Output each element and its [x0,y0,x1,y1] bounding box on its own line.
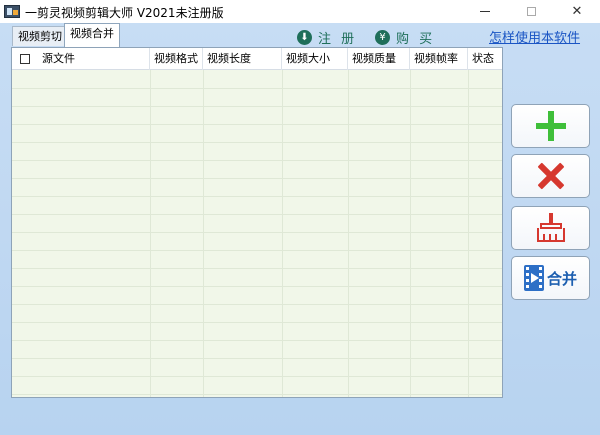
header-video-size[interactable]: 视频大小 [282,48,348,70]
grid-row-line [12,358,502,359]
film-icon [523,265,544,291]
grid-row-line [12,88,502,89]
grid-row-line [12,106,502,107]
minimize-button[interactable] [462,0,508,23]
tab-video-cut[interactable]: 视频剪切 [12,26,68,46]
tab-video-merge[interactable]: 视频合并 [64,23,120,47]
grid-column-line [282,70,283,397]
plus-icon [535,111,566,141]
grid-row-line [12,232,502,233]
delete-file-button[interactable] [511,154,590,198]
x-icon [537,162,565,190]
grid-row-line [12,304,502,305]
clear-list-button[interactable] [511,206,590,250]
buy-button[interactable]: ¥ 购 买 [375,27,435,47]
grid-row-line [12,178,502,179]
header-video-format[interactable]: 视频格式 [150,48,203,70]
grid-row-line [12,142,502,143]
grid-row-line [12,376,502,377]
grid-row-line [12,268,502,269]
grid-row-line [12,340,502,341]
grid-column-line [203,70,204,397]
file-list-table[interactable]: 源文件 视频格式 视频长度 视频大小 视频质量 视频帧率 状态 [11,47,503,398]
header-label: 源文件 [42,52,75,65]
grid-column-line [410,70,411,397]
grid-column-line [150,70,151,397]
grid-column-line [468,70,469,397]
grid-row-line [12,214,502,215]
close-button[interactable]: ✕ [554,0,600,23]
register-label: 注 册 [318,31,358,47]
maximize-icon [526,7,536,16]
header-status[interactable]: 状态 [468,48,502,70]
main-client-area: 视频剪切 视频合并 ⬇ 注 册 ¥ 购 买 怎样使用本软件 源文件 视频格式 视… [0,23,600,435]
header-video-framerate[interactable]: 视频帧率 [410,48,468,70]
header-video-length[interactable]: 视频长度 [203,48,282,70]
close-icon: ✕ [571,4,583,19]
title-bar: 一剪灵视频剪辑大师 V2021未注册版 ✕ [0,0,600,23]
grid-row-line [12,322,502,323]
merge-label: 合并 [546,269,577,288]
buy-label: 购 买 [396,31,436,47]
merge-button[interactable]: 合并 [511,256,590,300]
grid-row-line [12,124,502,125]
window-title: 一剪灵视频剪辑大师 V2021未注册版 [25,6,224,20]
grid-row-line [12,286,502,287]
header-source-file[interactable]: 源文件 [12,48,150,70]
broom-icon [536,213,566,243]
help-link[interactable]: 怎样使用本软件 [489,27,580,46]
register-button[interactable]: ⬇ 注 册 [297,27,357,47]
yuan-icon: ¥ [375,29,390,45]
grid-row-line [12,160,502,161]
maximize-button[interactable] [508,0,554,23]
grid-row-line [12,394,502,395]
grid-row-line [12,196,502,197]
add-file-button[interactable] [511,104,590,148]
download-arrow-icon: ⬇ [297,29,312,45]
grid-column-line [348,70,349,397]
grid-row-line [12,250,502,251]
table-header: 源文件 视频格式 视频长度 视频大小 视频质量 视频帧率 状态 [12,48,502,70]
minimize-icon [480,11,490,12]
app-logo-icon [4,5,20,18]
header-video-quality[interactable]: 视频质量 [348,48,410,70]
select-all-checkbox[interactable] [20,54,30,64]
